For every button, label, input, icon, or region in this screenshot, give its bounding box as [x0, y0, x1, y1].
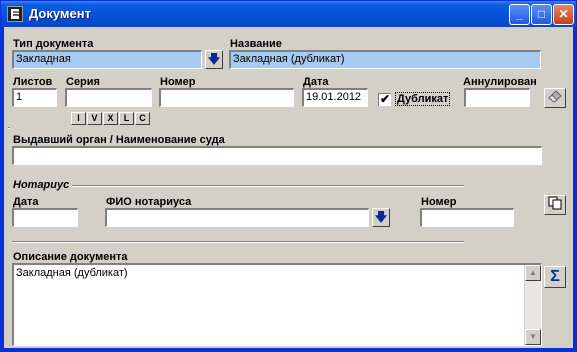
notary-fio-dropdown-button[interactable]: 🡇 — [372, 208, 390, 227]
issuer-label: Выдавший орган / Наименование суда — [13, 134, 225, 146]
scroll-down-button[interactable]: ▼ — [525, 329, 541, 345]
description-scrollbar[interactable]: ▲ ▼ — [524, 265, 541, 345]
maximize-button[interactable]: □ — [531, 4, 552, 25]
number-label: Номер — [160, 76, 196, 88]
app-icon — [7, 6, 23, 22]
sheets-field[interactable]: 1 — [12, 88, 57, 107]
notary-date-label: Дата — [13, 196, 39, 208]
notary-fio-label: ФИО нотариуса — [106, 196, 192, 208]
roman-c-button[interactable]: C — [135, 112, 150, 125]
minimize-button[interactable]: _ — [509, 4, 530, 25]
number-field[interactable] — [159, 88, 294, 107]
annulled-field[interactable] — [464, 88, 530, 107]
notary-number-label: Номер — [421, 196, 457, 208]
description-label: Описание документа — [13, 251, 128, 263]
separator-mark — [8, 127, 10, 129]
description-separator — [12, 241, 464, 243]
form-area: Тип документа Закладная 🡇 Название Закла… — [4, 27, 573, 348]
duplicate-label[interactable]: Дубликат — [395, 92, 451, 106]
doc-type-dropdown-button[interactable]: 🡇 — [205, 50, 223, 69]
copy-button[interactable] — [544, 195, 566, 215]
duplicate-checkbox[interactable]: ✔ — [378, 93, 391, 106]
eraser-button[interactable] — [544, 88, 566, 108]
roman-v-button[interactable]: V — [87, 112, 102, 125]
annulled-label: Аннулирован — [463, 76, 537, 88]
roman-l-button[interactable]: L — [119, 112, 134, 125]
description-memo[interactable]: Закладная (дубликат) ▲ ▼ — [12, 263, 542, 346]
copy-icon — [548, 196, 562, 210]
name-label: Название — [230, 38, 282, 50]
date-field[interactable]: 19.01.2012 — [302, 88, 368, 107]
eraser-icon — [548, 90, 562, 103]
description-text: Закладная (дубликат) — [16, 267, 128, 279]
date-label: Дата — [303, 76, 329, 88]
series-field[interactable] — [65, 88, 152, 107]
issuer-field[interactable] — [12, 146, 542, 165]
document-window: Документ _ □ ✕ Тип документа Закладная 🡇… — [0, 0, 577, 352]
notary-separator — [72, 185, 464, 187]
scroll-up-button[interactable]: ▲ — [525, 265, 541, 281]
notary-date-field[interactable] — [12, 208, 78, 227]
window-title: Документ — [29, 6, 91, 21]
close-button[interactable]: ✕ — [553, 4, 574, 25]
notary-fio-field[interactable] — [105, 208, 369, 227]
notary-number-field[interactable] — [420, 208, 514, 227]
notary-section-label: Нотариус — [13, 179, 70, 191]
series-label: Серия — [66, 76, 100, 88]
sheets-label: Листов — [13, 76, 53, 88]
roman-x-button[interactable]: X — [103, 112, 118, 125]
doc-type-label: Тип документа — [13, 38, 94, 50]
sum-button[interactable]: Σ — [544, 266, 566, 288]
title-bar: Документ _ □ ✕ — [1, 1, 576, 27]
roman-i-button[interactable]: I — [71, 112, 86, 125]
name-field[interactable]: Закладная (дубликат) — [229, 50, 541, 69]
doc-type-field[interactable]: Закладная — [12, 50, 202, 69]
